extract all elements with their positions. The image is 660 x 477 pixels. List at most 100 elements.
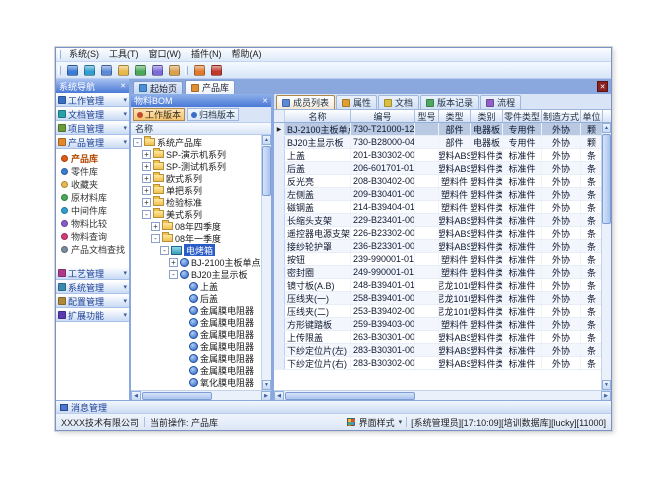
sidebar-item-raw-materials-library[interactable]: 原材料库: [56, 191, 129, 204]
sidebar-group-project-management[interactable]: 项目管理▾: [56, 121, 129, 135]
table-row[interactable]: 按钮239-990001-01E塑料件塑料件类标准件外协条: [274, 253, 601, 266]
column-header-3[interactable]: 类型: [439, 110, 471, 122]
chevron-down-icon[interactable]: ▾: [399, 418, 403, 426]
sidebar-item-middleware-library[interactable]: 中间件库: [56, 204, 129, 217]
tree-node[interactable]: +单把系列: [131, 184, 261, 196]
refresh-button[interactable]: [133, 63, 148, 77]
search-button[interactable]: [150, 63, 165, 77]
scroll-up-icon[interactable]: ▲: [602, 123, 611, 133]
collapse-icon[interactable]: -: [142, 210, 151, 219]
tree-node[interactable]: -美式系列: [131, 208, 261, 220]
sidebar-group-product-management[interactable]: 产品管理▾: [56, 135, 129, 149]
sidebar-item-favorites[interactable]: 收藏夹: [56, 178, 129, 191]
column-header-4[interactable]: 类别: [471, 110, 503, 122]
tree-node[interactable]: -BJ20主显示板: [131, 268, 261, 280]
interface-style-label[interactable]: 界面样式: [359, 416, 395, 429]
menu-item[interactable]: 窗口(W): [144, 48, 187, 61]
tree-node[interactable]: 金属膜电阻器: [131, 340, 261, 352]
tree-node[interactable]: -08年一季度: [131, 232, 261, 244]
tab-workflow[interactable]: 流程: [480, 95, 521, 109]
sidebar-group-document-management[interactable]: 文档管理▾: [56, 107, 129, 121]
column-header-0[interactable]: 名称: [285, 110, 351, 122]
tree-node[interactable]: -系统产品库: [131, 136, 261, 148]
table-row[interactable]: 上传限盖263-B30301-00E塑料ABS塑料件类标准件外协条: [274, 331, 601, 344]
expand-icon[interactable]: +: [142, 150, 151, 159]
column-header-1[interactable]: 编号: [351, 110, 415, 122]
tree-node[interactable]: +检验标准: [131, 196, 261, 208]
tab-working-version[interactable]: 工作版本: [133, 108, 185, 121]
tree-node[interactable]: 氧化膜电阻器: [131, 376, 261, 388]
close-icon[interactable]: ✕: [120, 82, 126, 90]
table-row[interactable]: 左侧盖209-B30401-00E塑料件塑料件类标准件外协条: [274, 188, 601, 201]
scrollbar-thumb[interactable]: [602, 134, 611, 224]
table-row[interactable]: BJ20主显示板730-B28000-04E部件电器板专用件外协颗: [274, 136, 601, 149]
menu-item[interactable]: 工具(T): [104, 48, 144, 61]
expand-icon[interactable]: +: [142, 186, 151, 195]
tree-node[interactable]: 金属膜电阻器: [131, 304, 261, 316]
tree-node[interactable]: 后盖: [131, 292, 261, 304]
sidebar-group-system-management[interactable]: 系统管理▾: [56, 280, 129, 294]
sidebar-group-extended-functions[interactable]: 扩展功能▾: [56, 308, 129, 322]
expand-icon[interactable]: +: [151, 222, 160, 231]
collapse-icon[interactable]: -: [169, 270, 178, 279]
tab-start-page[interactable]: 起始页: [133, 81, 183, 94]
exit-button[interactable]: [209, 63, 224, 77]
table-row[interactable]: 后盖206-601701-01E塑料ABS塑料件类标准件外协条: [274, 162, 601, 175]
table-row[interactable]: 下纱定位片(左)283-B30301-00E塑料ABS塑料件类标准件外协条: [274, 344, 601, 357]
grid-vertical-scrollbar[interactable]: ▲ ▼: [601, 123, 611, 390]
tree-node[interactable]: 金属膜电阻器: [131, 328, 261, 340]
scroll-left-icon[interactable]: ◀: [274, 391, 284, 401]
tree-node[interactable]: +BJ-2100主板单点: [131, 256, 261, 268]
menu-item[interactable]: 系统(S): [64, 48, 104, 61]
expand-icon[interactable]: +: [142, 162, 151, 171]
close-tab-button[interactable]: ✕: [597, 81, 608, 92]
table-row[interactable]: 长缩头支架229-B23401-00E塑料ABS塑料件类标准件外协条: [274, 214, 601, 227]
tree-node[interactable]: +SP-演示机系列: [131, 148, 261, 160]
table-row[interactable]: 反光亮208-B30402-00E塑料件塑料件类标准件外协条: [274, 175, 601, 188]
sidebar-item-product-library[interactable]: 产品库: [56, 152, 129, 165]
expand-icon[interactable]: +: [169, 258, 178, 267]
table-row[interactable]: 密封圈249-990001-01E塑料件塑料件类标准件外协条: [274, 266, 601, 279]
scroll-down-icon[interactable]: ▼: [602, 380, 611, 390]
expand-icon[interactable]: +: [142, 198, 151, 207]
tab-version-history[interactable]: 版本记录: [420, 95, 479, 109]
tree-node[interactable]: -电烤箱: [131, 244, 261, 256]
home-button[interactable]: [99, 63, 114, 77]
tree-node[interactable]: 金属膜电阻器: [131, 352, 261, 364]
sidebar-item-material-query[interactable]: 物料查询: [56, 230, 129, 243]
scroll-right-icon[interactable]: ▶: [601, 391, 611, 401]
sidebar-group-process-management[interactable]: 工艺管理▾: [56, 266, 129, 280]
table-row[interactable]: 压线夹(二)253-B39402-00E尼龙1010塑料件类标准件外协条: [274, 305, 601, 318]
tab-archived-version[interactable]: 归档版本: [187, 108, 239, 121]
table-row[interactable]: 接纱轮护罩236-B23301-00E塑料ABS塑料件类标准件外协条: [274, 240, 601, 253]
tree-vertical-scrollbar[interactable]: ▲ ▼: [261, 135, 271, 390]
tree-node[interactable]: 金属膜电阻器: [131, 364, 261, 376]
folder-button[interactable]: [116, 63, 131, 77]
tab-product-library[interactable]: 产品库: [185, 80, 235, 94]
tree-column-header[interactable]: 名称: [131, 123, 271, 135]
close-icon[interactable]: ✕: [262, 97, 268, 105]
collapse-icon[interactable]: -: [160, 246, 169, 255]
collapse-icon[interactable]: -: [133, 138, 142, 147]
scroll-down-icon[interactable]: ▼: [262, 380, 271, 390]
grid-horizontal-scrollbar[interactable]: ◀ ▶: [274, 390, 611, 400]
table-row[interactable]: 镜寸板(A.B)248-B39401-01E尼龙1010塑料件类标准件外协条: [274, 279, 601, 292]
menu-item[interactable]: 帮助(A): [227, 48, 267, 61]
tab-properties[interactable]: 属性: [336, 95, 377, 109]
scrollbar-thumb[interactable]: [285, 392, 415, 400]
message-bar[interactable]: 消息管理: [56, 400, 611, 413]
sidebar-group-configuration-management[interactable]: 配置管理▾: [56, 294, 129, 308]
table-row[interactable]: 压线夹(一)258-B39401-00E尼龙1010塑料件类标准件外协条: [274, 292, 601, 305]
scrollbar-thumb[interactable]: [262, 146, 271, 196]
column-header-2[interactable]: 型号: [415, 110, 439, 122]
navigate-button[interactable]: [82, 63, 97, 77]
mail-button[interactable]: [167, 63, 182, 77]
tree-node[interactable]: 金属膜电阻器: [131, 316, 261, 328]
tree-node[interactable]: +SP-测试机系列: [131, 160, 261, 172]
sidebar-item-material-compare[interactable]: 物料比较: [56, 217, 129, 230]
scrollbar-thumb[interactable]: [142, 392, 212, 400]
system-button[interactable]: [65, 63, 80, 77]
tab-member-list[interactable]: 成员列表: [276, 95, 335, 109]
menu-item[interactable]: 插件(N): [186, 48, 227, 61]
tree-node[interactable]: +08年四季度: [131, 220, 261, 232]
